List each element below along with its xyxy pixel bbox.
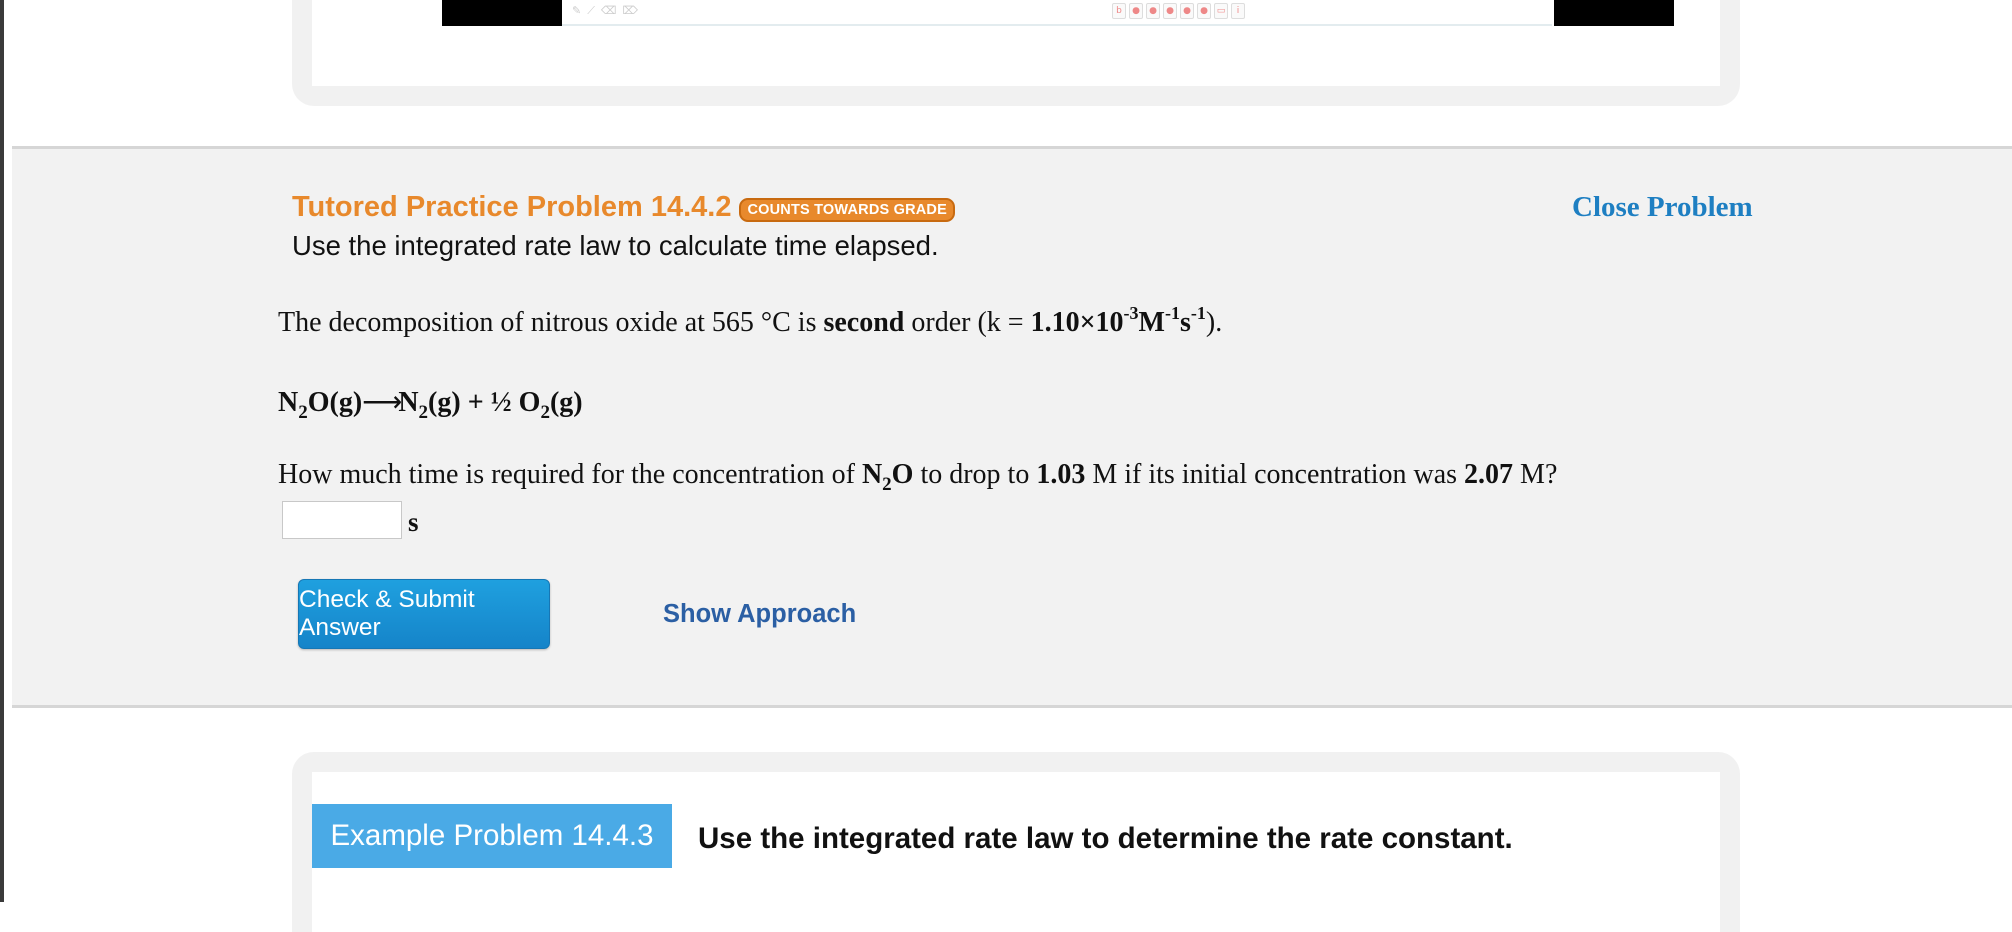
redacted-block-left: [442, 0, 562, 26]
equation-text: (g): [549, 387, 583, 418]
statement-text: The decomposition of nitrous oxide at 56…: [278, 307, 824, 338]
unit-text: M: [1138, 307, 1165, 338]
color-dot-icon[interactable]: ●: [1180, 3, 1194, 19]
formula-text: O: [891, 459, 914, 490]
tutored-problem-panel: Tutored Practice Problem 14.4.2 COUNTS TO…: [12, 146, 2012, 708]
reaction-order: second: [823, 307, 905, 338]
problem-title: Tutored Practice Problem 14.4.2: [292, 191, 732, 223]
subscript: 2: [298, 402, 308, 423]
problem-statement: The decomposition of nitrous oxide at 56…: [278, 304, 1223, 338]
final-concentration: 1.03: [1036, 459, 1086, 490]
statement-text: ).: [1205, 307, 1223, 338]
answer-input[interactable]: [282, 501, 402, 539]
statement-text: order (k =: [904, 307, 1031, 338]
drawing-toolbar[interactable]: ✎⟋⌫⌦ b ● ● ● ● ● ▭ i: [562, 2, 1552, 26]
eraser-icon[interactable]: ▭: [1214, 3, 1228, 19]
answer-row: s: [282, 501, 419, 539]
initial-concentration: 2.07: [1464, 459, 1514, 490]
tool-icon[interactable]: b: [1112, 3, 1126, 19]
color-dot-icon[interactable]: ●: [1197, 3, 1211, 19]
equation-text: N: [278, 387, 299, 418]
question-fragment: How much time is required for the concen…: [278, 459, 862, 490]
previous-example-content: ✎⟋⌫⌦ b ● ● ● ● ● ▭ i: [312, 0, 1720, 86]
example-problem-tag[interactable]: Example Problem 14.4.3: [312, 804, 672, 868]
info-icon[interactable]: i: [1231, 3, 1245, 19]
color-dot-icon[interactable]: ●: [1163, 3, 1177, 19]
exponent: -1: [1190, 303, 1206, 323]
subscript: 2: [418, 402, 429, 423]
previous-example-card: ✎⟋⌫⌦ b ● ● ● ● ● ▭ i: [292, 0, 1740, 106]
grade-badge: COUNTS TOWARDS GRADE: [739, 197, 955, 222]
species-formula: N2O: [861, 459, 914, 495]
problem-subtitle: Use the integrated rate law to calculate…: [292, 230, 939, 261]
toolbar-tools-icon: ✎⟋⌫⌦: [572, 4, 645, 17]
question-fragment: M?: [1513, 459, 1558, 490]
problem-header: Tutored Practice Problem 14.4.2 COUNTS TO…: [292, 191, 955, 262]
window-left-edge: [0, 0, 4, 902]
color-dot-icon[interactable]: ●: [1129, 3, 1143, 19]
equation-text: (g) + ½ O: [428, 387, 541, 418]
exponent: -1: [1164, 303, 1180, 323]
exponent: -3: [1123, 303, 1139, 323]
subscript: 2: [882, 474, 892, 495]
toolbar-color-icons: b ● ● ● ● ● ▭ i: [1112, 3, 1245, 19]
close-problem-link[interactable]: Close Problem: [1572, 191, 1753, 224]
example-problem-card: Example Problem 14.4.3 Use the integrate…: [292, 752, 1740, 932]
equation-text: O(g): [307, 387, 363, 418]
rate-constant-value: 1.10×10: [1030, 307, 1124, 338]
reaction-equation: N2O(g)⟶N2(g) + ½ O2(g): [278, 385, 583, 423]
show-approach-link[interactable]: Show Approach: [663, 600, 856, 629]
reaction-arrow-icon: ⟶: [362, 387, 402, 418]
rate-constant: 1.10×10-3M-1s-1: [1030, 304, 1206, 338]
example-problem-title: Use the integrated rate law to determine…: [698, 822, 1513, 855]
subscript: 2: [540, 402, 550, 423]
unit-text: s: [1179, 307, 1191, 338]
redacted-block-right: [1554, 0, 1674, 26]
check-submit-button[interactable]: Check & Submit Answer: [298, 579, 550, 649]
equation-text: N: [398, 387, 419, 418]
question-fragment: M if its initial concentration was: [1085, 459, 1465, 490]
color-dot-icon[interactable]: ●: [1146, 3, 1160, 19]
example-problem-content: Example Problem 14.4.3 Use the integrate…: [312, 772, 1720, 932]
answer-unit: s: [408, 506, 419, 537]
formula-text: N: [861, 459, 883, 490]
question-text: How much time is required for the concen…: [278, 459, 1558, 495]
question-fragment: to drop to: [913, 459, 1037, 490]
